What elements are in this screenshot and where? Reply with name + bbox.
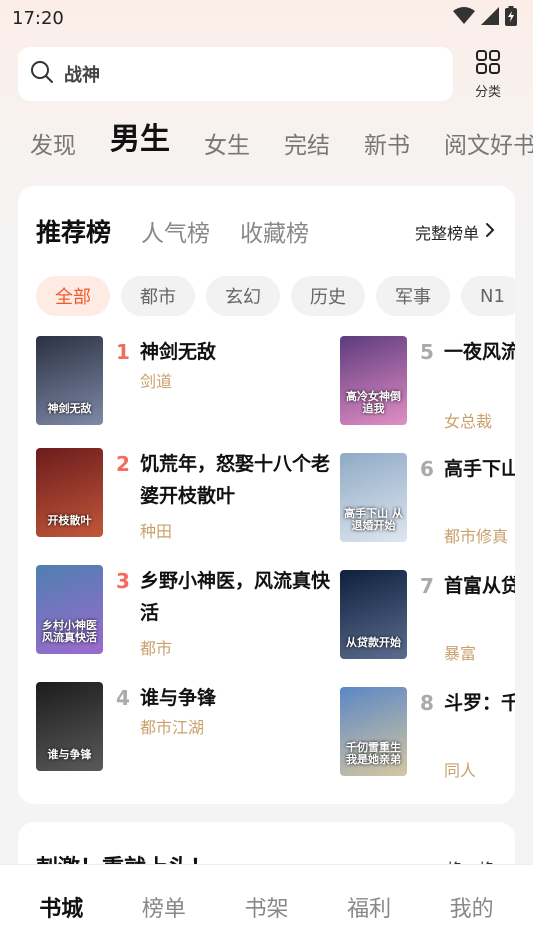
grid-icon <box>475 49 501 79</box>
book-tag: 剑道 <box>140 372 173 391</box>
book-cover: 开枝散叶 <box>36 448 103 537</box>
status-time: 17:20 <box>12 7 64 29</box>
book-tag: 暴富 <box>444 644 477 663</box>
book-item[interactable]: 千仞雪重生 我是她亲弟 8 斗罗：千，生，我是 同人 <box>340 687 515 787</box>
book-tag: 女总裁 <box>444 412 493 431</box>
book-title: 斗罗：千，生，我是 <box>444 692 515 714</box>
cover-text: 谁与争锋 <box>47 747 92 761</box>
tab-good-books[interactable]: 阅文好书 <box>444 126 533 168</box>
book-title: 乡野小神医，风流真快活 <box>140 570 331 624</box>
tab-popular-rank[interactable]: 人气榜 <box>141 214 210 248</box>
tab-female[interactable]: 女生 <box>204 126 250 168</box>
book-tag: 同人 <box>444 761 477 780</box>
book-item[interactable]: 谁与争锋 4 谁与争锋 都市江湖 <box>36 682 336 782</box>
book-cover: 神剑无敌 <box>36 336 103 425</box>
chip-urban[interactable]: 都市 <box>121 276 195 316</box>
book-grid: 神剑无敌 1 神剑无敌 剑道 开枝散叶 2 饥荒年，怒娶十八个老婆开枝散叶 种田… <box>18 336 515 804</box>
rank-number: 4 <box>116 686 130 710</box>
rank-number: 8 <box>420 691 434 715</box>
status-icons <box>453 6 517 30</box>
tab-recommend-rank[interactable]: 推荐榜 <box>36 213 111 249</box>
chip-history[interactable]: 历史 <box>291 276 365 316</box>
tab-discover[interactable]: 发现 <box>30 126 76 168</box>
cover-text: 开枝散叶 <box>47 513 92 527</box>
book-item[interactable]: 从贷款开始 7 首富从贷，始 暴富 <box>340 570 515 670</box>
book-title: 神剑无敌 <box>140 341 217 363</box>
book-tag: 种田 <box>140 522 173 541</box>
book-cover: 高手下山 从退婚开始 <box>340 453 407 542</box>
ranking-card: 推荐榜 人气榜 收藏榜 完整榜单 全部 都市 玄幻 历史 军事 N1 神剑无敌 … <box>18 186 515 804</box>
tab-finished[interactable]: 完结 <box>284 126 330 168</box>
book-item[interactable]: 乡村小神医 风流真快活 3 乡野小神医，风流真快活 都市 <box>36 565 336 665</box>
rank-number: 6 <box>420 457 434 481</box>
chip-military[interactable]: 军事 <box>376 276 450 316</box>
battery-icon <box>505 6 517 30</box>
nav-bookstore[interactable]: 书城 <box>39 891 83 923</box>
book-cover: 乡村小神医 风流真快活 <box>36 565 103 654</box>
book-tag: 都市 <box>140 639 173 658</box>
chip-fantasy[interactable]: 玄幻 <box>206 276 280 316</box>
rank-number: 1 <box>116 340 130 364</box>
bottom-nav: 书城 榜单 书架 福利 我的 <box>0 864 533 948</box>
book-title: 谁与争锋 <box>140 687 217 709</box>
book-item[interactable]: 高冷女神倒追我 5 一夜风流，神倒追我 女总裁 <box>340 336 515 436</box>
book-item[interactable]: 开枝散叶 2 饥荒年，怒娶十八个老婆开枝散叶 种田 <box>36 448 336 548</box>
rank-number: 7 <box>420 574 434 598</box>
book-title: 一夜风流，神倒追我 <box>444 341 515 363</box>
search-icon <box>30 60 54 88</box>
category-button[interactable]: 分类 <box>459 49 517 100</box>
category-label: 分类 <box>474 84 501 100</box>
tab-new-books[interactable]: 新书 <box>364 126 410 168</box>
nav-rankings[interactable]: 榜单 <box>142 891 186 923</box>
chip-all[interactable]: 全部 <box>36 276 110 316</box>
wifi-icon <box>453 7 475 29</box>
tab-favorite-rank[interactable]: 收藏榜 <box>240 214 309 248</box>
book-item[interactable]: 神剑无敌 1 神剑无敌 剑道 <box>36 336 336 436</box>
signal-icon <box>481 7 499 29</box>
book-cover: 高冷女神倒追我 <box>340 336 407 425</box>
genre-chips: 全部 都市 玄幻 历史 军事 N1 <box>18 276 515 316</box>
cover-text: 高手下山 从退婚开始 <box>344 506 403 532</box>
book-tag: 都市江湖 <box>140 718 205 737</box>
full-list-link[interactable]: 完整榜单 <box>415 220 495 244</box>
rank-number: 5 <box>420 340 434 364</box>
book-tag: 都市修真 <box>444 527 509 546</box>
full-list-label: 完整榜单 <box>414 224 479 243</box>
book-item[interactable]: 高手下山 从退婚开始 6 高手下山，开始 都市修真 <box>340 453 515 553</box>
book-cover: 千仞雪重生 我是她亲弟 <box>340 687 407 776</box>
book-cover: 谁与争锋 <box>36 682 103 771</box>
search-text: 战神 <box>64 65 100 86</box>
nav-welfare[interactable]: 福利 <box>347 891 391 923</box>
cover-text: 神剑无敌 <box>47 401 92 415</box>
cover-text: 从贷款开始 <box>346 635 401 649</box>
nav-profile[interactable]: 我的 <box>450 891 494 923</box>
book-title: 饥荒年，怒娶十八个老婆开枝散叶 <box>140 453 331 507</box>
search-row: 战神 分类 <box>0 36 533 102</box>
search-input[interactable]: 战神 <box>18 47 453 101</box>
rank-tabs: 推荐榜 人气榜 收藏榜 完整榜单 <box>18 186 515 276</box>
chip-more[interactable]: N1 <box>461 276 515 316</box>
cover-text: 高冷女神倒追我 <box>346 389 401 415</box>
book-cover: 从贷款开始 <box>340 570 407 659</box>
book-title: 首富从贷，始 <box>444 575 515 597</box>
rank-number: 2 <box>116 452 130 476</box>
cover-text: 千仞雪重生 我是她亲弟 <box>346 740 401 766</box>
book-title: 高手下山，开始 <box>444 458 515 480</box>
rank-number: 3 <box>116 569 130 593</box>
top-tabs: 发现 男生 女生 完结 新书 阅文好书 <box>0 102 533 168</box>
status-bar: 17:20 <box>0 0 533 36</box>
chevron-right-icon <box>485 222 495 242</box>
tab-male[interactable]: 男生 <box>110 114 170 168</box>
cover-text: 乡村小神医 风流真快活 <box>42 618 97 644</box>
nav-bookshelf[interactable]: 书架 <box>244 891 288 923</box>
